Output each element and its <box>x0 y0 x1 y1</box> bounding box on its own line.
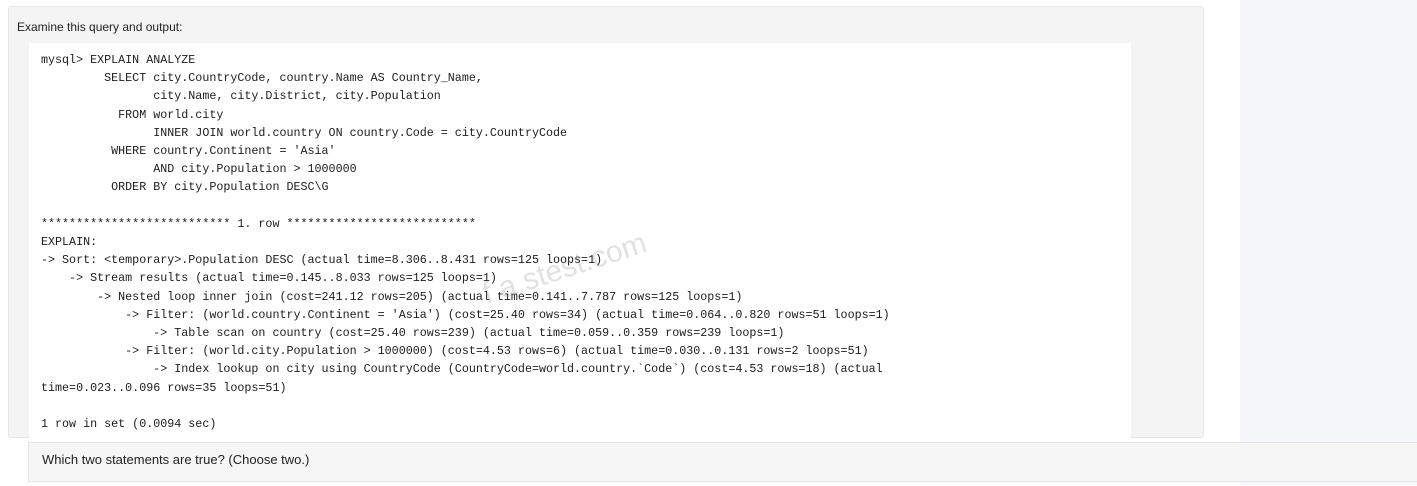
code-line: *************************** 1. row *****… <box>41 216 476 231</box>
question-card: Examine this query and output: mysql> EX… <box>8 6 1204 445</box>
question-text: Which two statements are true? (Choose t… <box>42 452 310 467</box>
explain-analyze-output: mysql> EXPLAIN ANALYZE SELECT city.Count… <box>29 43 1131 433</box>
code-line: mysql> EXPLAIN ANALYZE <box>41 53 196 67</box>
code-line: -> Table scan on country (cost=25.40 row… <box>41 326 785 341</box>
right-side-panel <box>1240 0 1417 486</box>
code-line: ORDER BY city.Population DESC\G <box>41 180 329 195</box>
code-line: time=0.023..0.096 rows=35 loops=51) <box>41 380 287 395</box>
code-line: AND city.Population > 1000000 <box>41 162 357 177</box>
code-line: FROM world.city <box>41 107 224 122</box>
code-line: -> Stream results (actual time=0.145..8.… <box>41 271 497 286</box>
question-bar: Which two statements are true? (Choose t… <box>28 442 1417 482</box>
code-line: WHERE country.Continent = 'Asia' <box>41 144 336 159</box>
code-line: SELECT city.CountryCode, country.Name AS… <box>41 71 483 86</box>
code-line: EXPLAIN: <box>41 235 98 250</box>
code-line: city.Name, city.District, city.Populatio… <box>41 89 441 104</box>
code-line: -> Nested loop inner join (cost=241.12 r… <box>41 289 743 304</box>
code-line: 1 row in set (0.0094 sec) <box>41 417 217 432</box>
code-line: INNER JOIN world.country ON country.Code… <box>41 125 568 140</box>
code-line: -> Filter: (world.city.Population > 1000… <box>41 344 869 359</box>
code-line: -> Index lookup on city using CountryCod… <box>41 362 883 377</box>
code-line: -> Filter: (world.country.Continent = 'A… <box>41 307 890 322</box>
code-output-panel: mysql> EXPLAIN ANALYZE SELECT city.Count… <box>29 43 1131 445</box>
prompt-label: Examine this query and output: <box>17 20 183 34</box>
code-line: -> Sort: <temporary>.Population DESC (ac… <box>41 253 603 268</box>
